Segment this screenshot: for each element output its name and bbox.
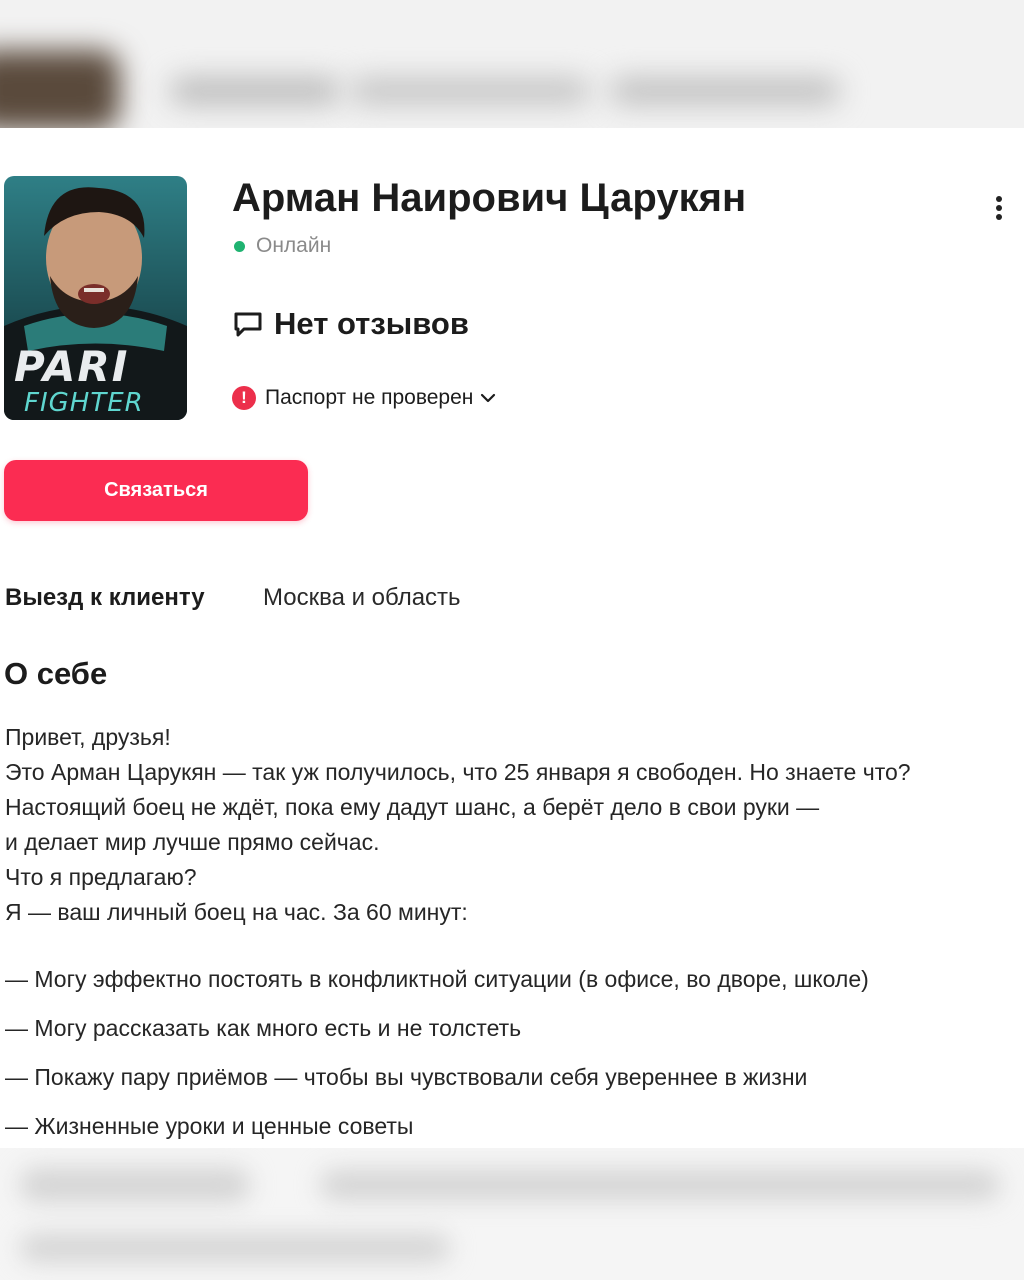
avatar-brand-bottom: FIGHTER — [24, 388, 144, 418]
profile-name: Арман Наирович Царукян — [232, 176, 747, 220]
list-item: — Могу эффектно постоять в конфликтной с… — [5, 966, 869, 992]
services-list: — Могу эффектно постоять в конфликтной с… — [5, 960, 1020, 1156]
list-item: — Могу рассказать как много есть и не то… — [5, 1015, 522, 1041]
about-line: Настоящий боец не ждёт, пока ему дадут ш… — [5, 794, 820, 820]
contact-button[interactable]: Связаться — [4, 460, 308, 521]
warning-icon: ! — [232, 386, 256, 410]
about-title: О себе — [4, 656, 108, 691]
passport-status-toggle[interactable]: ! Паспорт не проверен — [232, 386, 497, 410]
reviews-summary[interactable]: Нет отзывов — [232, 306, 469, 342]
status-text: Онлайн — [256, 234, 332, 257]
about-line: Это Арман Царукян — так уж получилось, ч… — [5, 759, 911, 785]
visit-value: Москва и область — [263, 584, 461, 611]
list-item: — Покажу пару приёмов — чтобы вы чувство… — [5, 1064, 808, 1090]
online-status: Онлайн — [234, 234, 331, 258]
blurred-footer — [0, 1148, 1024, 1280]
more-options-button[interactable] — [984, 192, 1014, 226]
online-dot-icon — [234, 240, 245, 252]
speech-bubble-icon — [234, 312, 262, 337]
avatar: PARI FIGHTER — [4, 176, 187, 420]
passport-text: Паспорт не проверен — [265, 386, 474, 409]
reviews-text: Нет отзывов — [274, 306, 469, 341]
about-line: Привет, друзья! — [5, 724, 171, 750]
about-line: и делает мир лучше прямо сейчас. — [5, 829, 380, 855]
chevron-down-icon — [481, 393, 496, 403]
about-line: Я — ваш личный боец на час. За 60 минут: — [5, 899, 468, 925]
more-vertical-icon — [996, 196, 1002, 220]
about-text: Привет, друзья! Это Арман Царукян — так … — [5, 720, 1020, 930]
blurred-header — [0, 0, 1024, 128]
visit-label: Выезд к клиенту — [5, 584, 205, 611]
avatar-brand-top: PARI — [14, 342, 130, 391]
about-line: Что я предлагаю? — [5, 864, 197, 890]
